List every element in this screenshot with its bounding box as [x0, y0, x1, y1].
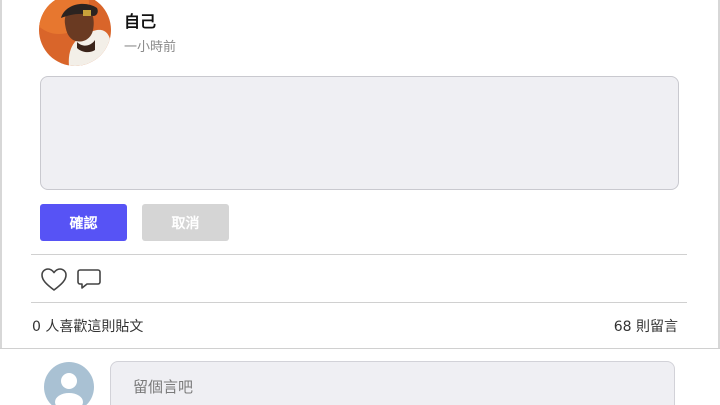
card-border-left [0, 0, 2, 348]
like-count[interactable]: 0 人喜歡這則貼文 [32, 316, 143, 336]
author-name[interactable]: 自己 [124, 8, 156, 32]
confirm-button[interactable]: 確認 [40, 204, 127, 241]
section-divider [0, 348, 720, 349]
heart-icon[interactable] [40, 266, 68, 294]
cancel-button[interactable]: 取消 [142, 204, 229, 241]
comment-icon[interactable] [75, 266, 103, 294]
divider [31, 254, 687, 255]
post-card: 自己 一小時前 確認 取消 0 人喜歡這則貼文 68 則留言 [0, 0, 720, 405]
post-edit-textarea[interactable] [40, 76, 679, 190]
comment-input[interactable] [110, 361, 675, 405]
comment-count[interactable]: 68 則留言 [614, 316, 678, 336]
post-timestamp: 一小時前 [124, 40, 177, 55]
user-avatar-icon [44, 362, 94, 405]
divider [31, 302, 687, 303]
author-avatar-image [39, 0, 111, 66]
author-avatar[interactable] [39, 0, 111, 66]
